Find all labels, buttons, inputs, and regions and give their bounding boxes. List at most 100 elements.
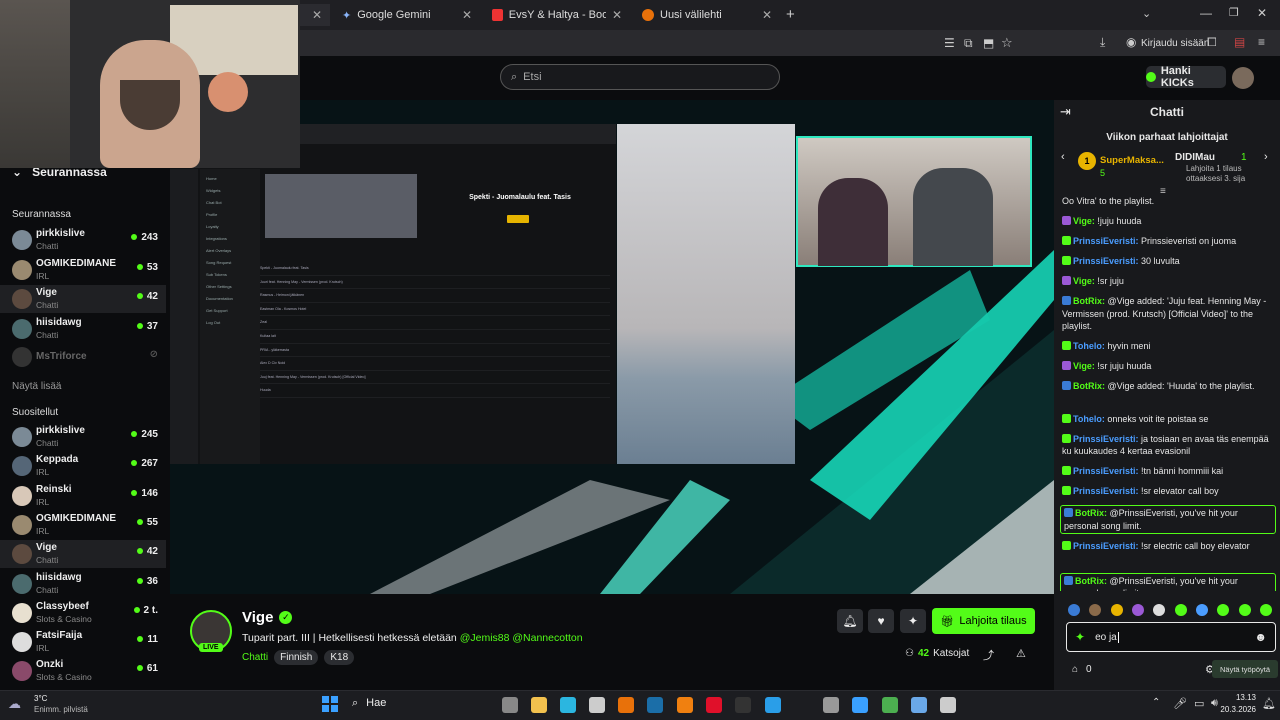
opera-icon[interactable]	[706, 697, 722, 713]
chat-username[interactable]: PrinssiEveristi:	[1073, 541, 1139, 551]
notification-icon[interactable]: 🔔︎	[1262, 697, 1276, 710]
close-icon[interactable]: ✕	[312, 8, 322, 22]
download-icon[interactable]: ⤓	[1100, 35, 1105, 50]
file-explorer-icon[interactable]	[502, 697, 518, 713]
firefox-icon[interactable]	[618, 697, 634, 713]
mic-icon[interactable]: 🎤︎	[1173, 697, 1187, 710]
chat-username[interactable]: BotRix:	[1075, 576, 1107, 586]
emote-icon[interactable]	[1238, 604, 1251, 616]
windows-start-icon[interactable]	[322, 696, 338, 712]
clock-date[interactable]: 20.3.2026	[1216, 705, 1256, 714]
steam-icon[interactable]	[647, 697, 663, 713]
emote-icon[interactable]	[1131, 604, 1144, 616]
taskbar-search[interactable]: ⌕ Hae	[352, 697, 386, 710]
sidebar-item-pirkkislive[interactable]: pirkkislive Chatti 245	[0, 423, 166, 451]
minimize-icon[interactable]: —	[1200, 6, 1212, 20]
chat-username[interactable]: Vige:	[1073, 216, 1095, 226]
chat-username[interactable]: Vige:	[1073, 276, 1095, 286]
share-icon[interactable]: ⤴	[983, 647, 994, 663]
follow-heart-button[interactable]: ♥	[868, 609, 894, 633]
chevron-left-icon[interactable]: ‹	[1061, 151, 1065, 163]
tray-chevron-icon[interactable]: ⌃	[1152, 697, 1160, 708]
maximize-icon[interactable]: ❐	[1229, 6, 1239, 19]
new-tab-button[interactable]: +	[786, 6, 795, 23]
gift-sub-button[interactable]: 🎁︎ Lahjoita tilaus	[932, 608, 1035, 634]
chat-username[interactable]: PrinssiEveristi:	[1073, 466, 1139, 476]
chat-username[interactable]: Tohelo:	[1073, 414, 1105, 424]
user-avatar[interactable]	[1232, 67, 1254, 89]
settings-icon[interactable]	[823, 697, 839, 713]
close-window-icon[interactable]: ✕	[1257, 6, 1267, 20]
gifter2-name[interactable]: DIDIMau	[1175, 152, 1215, 163]
channel-points[interactable]: ⌂ 0	[1072, 664, 1092, 675]
emote-icon[interactable]	[1089, 604, 1102, 616]
store-icon[interactable]	[589, 697, 605, 713]
get-kicks-button[interactable]: Hanki KICKs	[1146, 65, 1226, 89]
tab-gemini[interactable]: ✦ Google Gemini ✕	[334, 4, 480, 26]
emote-icon[interactable]	[1174, 604, 1187, 616]
chrome-icon[interactable]	[882, 697, 898, 713]
chat-input[interactable]: ✦ eo ja ☻	[1066, 622, 1276, 652]
tab-youtube[interactable]: EvsY & Haltya - Boozy's Funky C ✕	[484, 4, 630, 26]
close-icon[interactable]: ✕	[762, 8, 772, 22]
monitor-icon[interactable]: ▭	[1194, 697, 1204, 710]
sidebar-item-onzki[interactable]: Onzki Slots & Casino 61	[0, 657, 166, 685]
report-icon[interactable]: ⚠	[1016, 647, 1026, 660]
chat-username[interactable]: BotRix:	[1073, 381, 1105, 391]
folder-icon[interactable]	[531, 697, 547, 713]
sidebar-item-pirkkislive[interactable]: pirkkislive Chatti 243	[0, 226, 166, 254]
edge-icon[interactable]	[560, 697, 576, 713]
close-icon[interactable]: ✕	[462, 8, 472, 22]
chat-username[interactable]: Tohelo:	[1073, 341, 1105, 351]
menu-icon[interactable]: ≡	[1258, 35, 1265, 49]
tag-pill[interactable]: Finnish	[274, 650, 319, 665]
login-link[interactable]: Kirjaudu sisään	[1141, 38, 1209, 49]
obs-icon[interactable]	[940, 697, 956, 713]
emote-icon[interactable]	[1195, 604, 1208, 616]
vscode-icon[interactable]	[765, 697, 781, 713]
close-icon[interactable]: ✕	[612, 8, 622, 22]
emoji-icon[interactable]: ☻	[1254, 630, 1267, 644]
chat-username[interactable]: BotRix:	[1075, 508, 1107, 518]
channel-name[interactable]: Vige	[242, 609, 273, 626]
tab-current[interactable]: ✕	[300, 4, 330, 26]
notification-bell-button[interactable]: 🔔︎	[837, 609, 863, 633]
emote-icon[interactable]	[1217, 604, 1230, 616]
stream-player[interactable]: Home Widgets Chat Bot Profile Loyalty Integra…	[170, 100, 1054, 594]
sidebar-item-classybeef[interactable]: Classybeef Slots & Casino 2 t.	[0, 599, 166, 627]
sidebar-item-offline[interactable]: MsTriforce ⊘	[0, 343, 166, 371]
sidebar-item-keppada[interactable]: Keppada IRL 267	[0, 452, 166, 480]
chevron-right-icon[interactable]: ›	[1264, 151, 1268, 163]
sidebar-item-vige[interactable]: Vige Chatti 42	[0, 285, 166, 313]
chat-username[interactable]: PrinssiEveristi:	[1073, 434, 1139, 444]
addon-icon[interactable]: ▤	[1234, 35, 1245, 49]
save-icon[interactable]: ⬒	[983, 36, 994, 50]
extensions-icon[interactable]: ⧠	[1207, 35, 1217, 50]
clock-time[interactable]: 13.13	[1216, 693, 1256, 702]
chat-username[interactable]: BotRix:	[1073, 296, 1105, 306]
vlc-icon[interactable]	[677, 697, 693, 713]
chat-username[interactable]: PrinssiEveristi:	[1073, 256, 1139, 266]
screenshot-icon[interactable]: ⧉	[964, 36, 973, 51]
reader-icon[interactable]: ☰	[944, 36, 955, 50]
show-more-link[interactable]: Näytä lisää	[12, 381, 61, 392]
sidebar-item-hiisidawg[interactable]: hiisidawg Chatti 36	[0, 570, 166, 598]
tab-new[interactable]: Uusi välilehti ✕	[634, 4, 780, 26]
tag-pill[interactable]: K18	[324, 650, 355, 665]
chat-username[interactable]: PrinssiEveristi:	[1073, 236, 1139, 246]
chat-username[interactable]: Vige:	[1073, 361, 1095, 371]
sidebar-item-ogmikedimane[interactable]: OGMIKEDIMANE IRL 55	[0, 511, 166, 539]
notepad-icon[interactable]	[911, 697, 927, 713]
account-icon[interactable]: ◉	[1126, 35, 1136, 49]
terminal-icon[interactable]	[735, 697, 751, 713]
sidebar-item-hiisidawg[interactable]: hiisidawg Chatti 37	[0, 315, 166, 343]
sidebar-item-vige[interactable]: Vige Chatti 42	[0, 540, 166, 569]
chat-username[interactable]: PrinssiEveristi:	[1073, 486, 1139, 496]
tab-list-icon[interactable]: ⌄	[1142, 7, 1151, 20]
emote-icon[interactable]	[1153, 604, 1166, 616]
search-input[interactable]: ⌕ Etsi	[500, 64, 780, 90]
sidebar-item-reinski[interactable]: Reinski IRL 146	[0, 482, 166, 510]
emote-icon[interactable]	[1259, 604, 1272, 616]
emote-icon[interactable]	[1068, 604, 1080, 616]
sidebar-item-fatsifaija[interactable]: FatsiFaija IRL 11	[0, 628, 166, 656]
